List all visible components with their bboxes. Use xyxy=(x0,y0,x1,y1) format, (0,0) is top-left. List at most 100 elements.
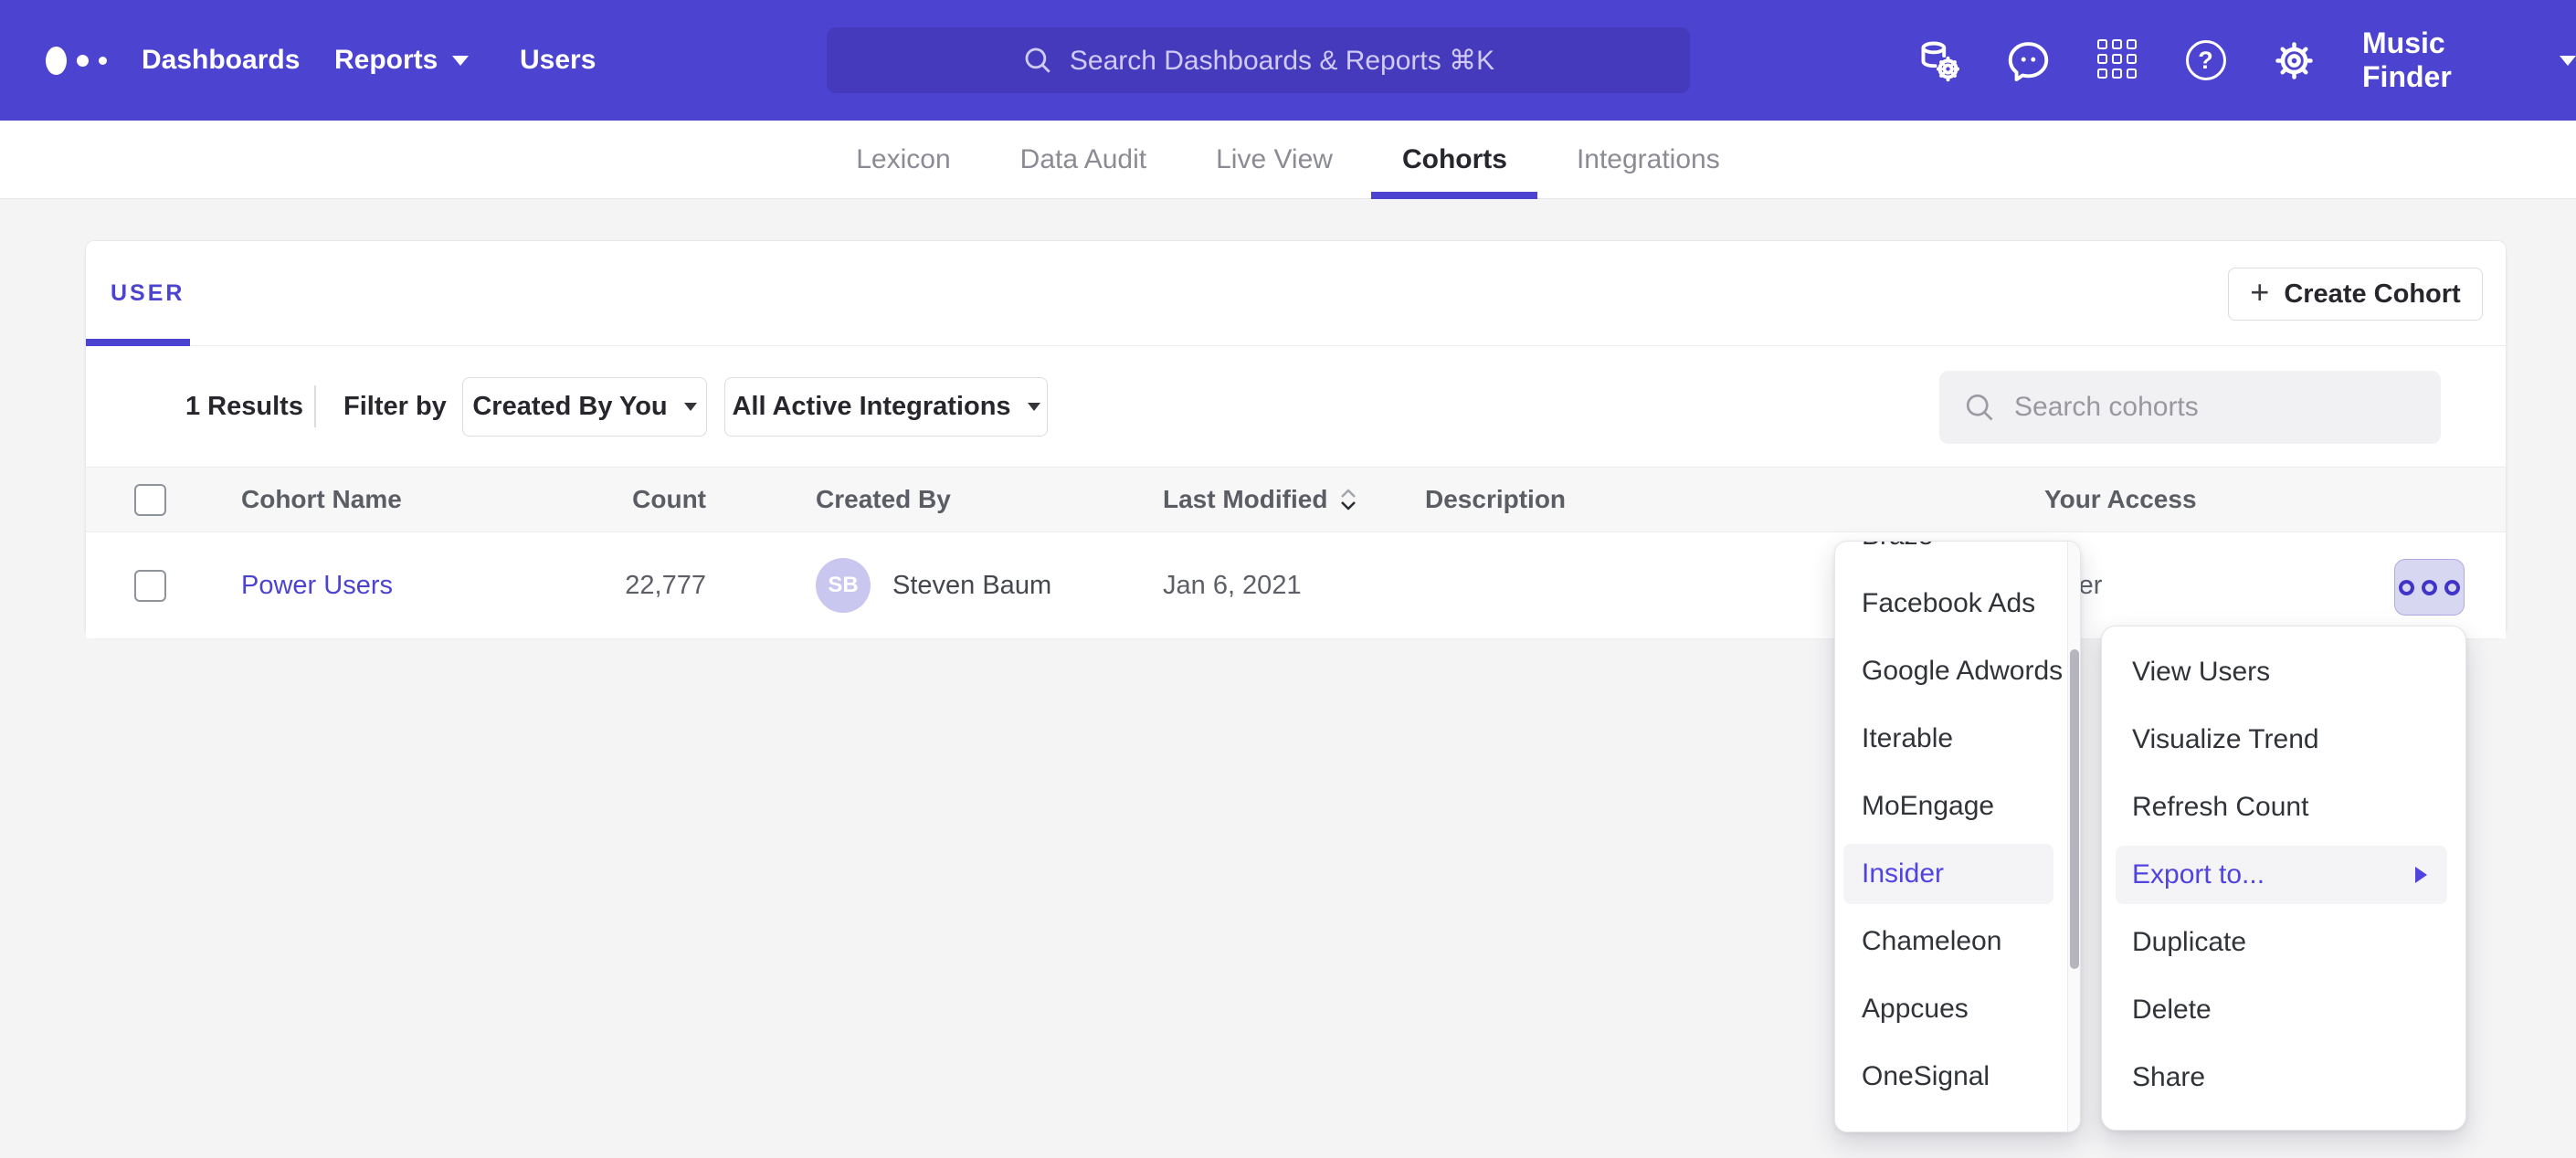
nav-dashboards-label: Dashboards xyxy=(142,45,300,76)
menu-item-label: Chameleon xyxy=(1862,926,2001,957)
logo-dot-small xyxy=(99,57,107,65)
logo-dot-medium xyxy=(77,55,89,67)
header-your-access: Your Access xyxy=(2044,468,2197,532)
mixpanel-dots-logo[interactable] xyxy=(46,0,107,121)
nav-dashboards[interactable]: Dashboards xyxy=(142,0,300,121)
menu-item-refresh-count[interactable]: Refresh Count xyxy=(2102,774,2465,841)
integrations-filter-value: All Active Integrations xyxy=(732,392,1010,422)
tab-live-view[interactable]: Live View xyxy=(1210,121,1338,199)
chat-bubble-icon xyxy=(2007,39,2050,82)
menu-item-chameleon[interactable]: Chameleon xyxy=(1835,908,2069,975)
grid-cell xyxy=(2097,68,2107,79)
search-icon xyxy=(1963,391,1996,424)
ellipsis-dot-icon xyxy=(2422,580,2437,595)
menu-item-export-to[interactable]: Export to... xyxy=(2116,846,2447,904)
data-management-icon[interactable] xyxy=(1918,39,1961,82)
cohort-count: 22,777 xyxy=(497,532,706,638)
tab-cohorts[interactable]: Cohorts xyxy=(1397,121,1513,199)
header-cohort-name: Cohort Name xyxy=(241,468,402,532)
tab-data-audit[interactable]: Data Audit xyxy=(1015,121,1152,199)
tab-label: Integrations xyxy=(1577,144,1720,175)
active-tab-underline xyxy=(86,339,190,346)
tab-user-cohorts[interactable]: USER xyxy=(86,241,185,346)
avatar: SB xyxy=(816,558,871,613)
search-icon xyxy=(1022,45,1053,76)
grid-cell xyxy=(2097,39,2107,49)
help-icon[interactable]: ? xyxy=(2184,39,2227,82)
cohort-search-input[interactable] xyxy=(2014,392,2380,423)
nav-users[interactable]: Users xyxy=(520,0,596,121)
menu-item-onesignal[interactable]: OneSignal xyxy=(1835,1043,2069,1111)
menu-item-braze[interactable]: Braze xyxy=(1835,541,2069,570)
menu-item-label: Share xyxy=(2132,1062,2205,1093)
menu-item-facebook-ads[interactable]: Facebook Ads xyxy=(1835,570,2069,637)
integrations-filter-dropdown[interactable]: All Active Integrations xyxy=(724,377,1048,437)
chevron-down-icon xyxy=(2560,56,2576,66)
plus-icon: + xyxy=(2250,276,2269,309)
question-mark-icon: ? xyxy=(2186,40,2226,80)
menu-item-visualize-trend[interactable]: Visualize Trend xyxy=(2102,706,2465,774)
navbar-icon-group: ? xyxy=(1918,0,2316,121)
ellipsis-dot-icon xyxy=(2399,580,2414,595)
settings-gear-icon[interactable] xyxy=(2273,39,2316,82)
menu-item-google-adwords[interactable]: Google Adwords xyxy=(1835,637,2069,705)
table-row: Power Users 22,777 SB Steven Baum Jan 6,… xyxy=(86,532,2506,638)
nav-reports[interactable]: Reports xyxy=(334,0,469,121)
menu-item-delete[interactable]: Delete xyxy=(2102,976,2465,1044)
menu-item-insider[interactable]: Insider xyxy=(1843,844,2053,904)
create-cohort-button[interactable]: + Create Cohort xyxy=(2228,268,2483,321)
filter-toolbar: 1 Results Filter by Created By You All A… xyxy=(86,346,2506,467)
filter-by-label: Filter by xyxy=(343,346,447,467)
menu-item-label: Braze xyxy=(1862,541,1933,552)
cohorts-card: USER + Create Cohort 1 Results Filter by… xyxy=(85,240,2507,637)
menu-item-label: Export to... xyxy=(2132,859,2265,890)
grid-cell xyxy=(2127,39,2137,49)
menu-item-label: Appcues xyxy=(1862,994,1969,1025)
tab-label: Data Audit xyxy=(1020,144,1146,175)
menu-item-appcues[interactable]: Appcues xyxy=(1835,975,2069,1043)
created-by-filter-dropdown[interactable]: Created By You xyxy=(462,377,707,437)
menu-item-label: Refresh Count xyxy=(2132,792,2308,823)
tab-integrations[interactable]: Integrations xyxy=(1571,121,1726,199)
grid-cell xyxy=(2127,68,2137,79)
menu-item-label: MoEngage xyxy=(1862,791,1994,822)
chevron-down-icon xyxy=(1028,403,1040,411)
logo-dot-large xyxy=(46,47,67,75)
menu-item-share[interactable]: Share xyxy=(2102,1044,2465,1111)
divider xyxy=(314,385,316,427)
created-by-filter-value: Created By You xyxy=(472,392,667,422)
menu-item-iterable[interactable]: Iterable xyxy=(1835,705,2069,773)
menu-item-label: Google Adwords xyxy=(1862,656,2063,687)
menu-item-duplicate[interactable]: Duplicate xyxy=(2102,909,2465,976)
tab-label: Cohorts xyxy=(1402,144,1507,175)
project-name: Music Finder xyxy=(2362,26,2538,94)
table-header-row: Cohort Name Count Created By Last Modifi… xyxy=(86,467,2506,532)
header-last-modified-sort[interactable]: Last Modified xyxy=(1163,468,1358,532)
created-by-name: Steven Baum xyxy=(892,571,1051,601)
menu-item-view-users[interactable]: View Users xyxy=(2102,638,2465,706)
global-search-input[interactable]: Search Dashboards & Reports ⌘K xyxy=(827,27,1690,93)
apps-grid-icon[interactable] xyxy=(2096,39,2138,82)
menu-item-moengage[interactable]: MoEngage xyxy=(1835,773,2069,840)
tab-label: Lexicon xyxy=(856,144,950,175)
tab-lexicon[interactable]: Lexicon xyxy=(850,121,955,199)
menu-item-label: Delete xyxy=(2132,995,2212,1026)
grid-cell xyxy=(2112,39,2122,49)
feedback-icon[interactable] xyxy=(2007,39,2050,82)
last-modified-date: Jan 6, 2021 xyxy=(1163,532,1302,638)
project-switcher[interactable]: Music Finder xyxy=(2362,0,2576,121)
chevron-down-icon xyxy=(452,56,469,66)
header-count: Count xyxy=(497,468,706,532)
row-actions-context-menu: View Users Visualize Trend Refresh Count… xyxy=(2101,626,2466,1131)
grid-cell xyxy=(2112,54,2122,64)
row-checkbox[interactable] xyxy=(134,570,166,602)
select-all-checkbox[interactable] xyxy=(134,484,166,516)
header-created-by: Created By xyxy=(816,468,951,532)
cohort-search-box xyxy=(1939,371,2441,444)
sort-icon xyxy=(1338,487,1358,512)
chevron-down-icon xyxy=(684,403,697,411)
submenu-scrollbar-thumb[interactable] xyxy=(2070,649,2079,969)
submenu-scrollbar-track[interactable] xyxy=(2067,542,2080,1132)
row-actions-button[interactable] xyxy=(2394,559,2465,616)
cohort-name-link[interactable]: Power Users xyxy=(241,571,393,601)
